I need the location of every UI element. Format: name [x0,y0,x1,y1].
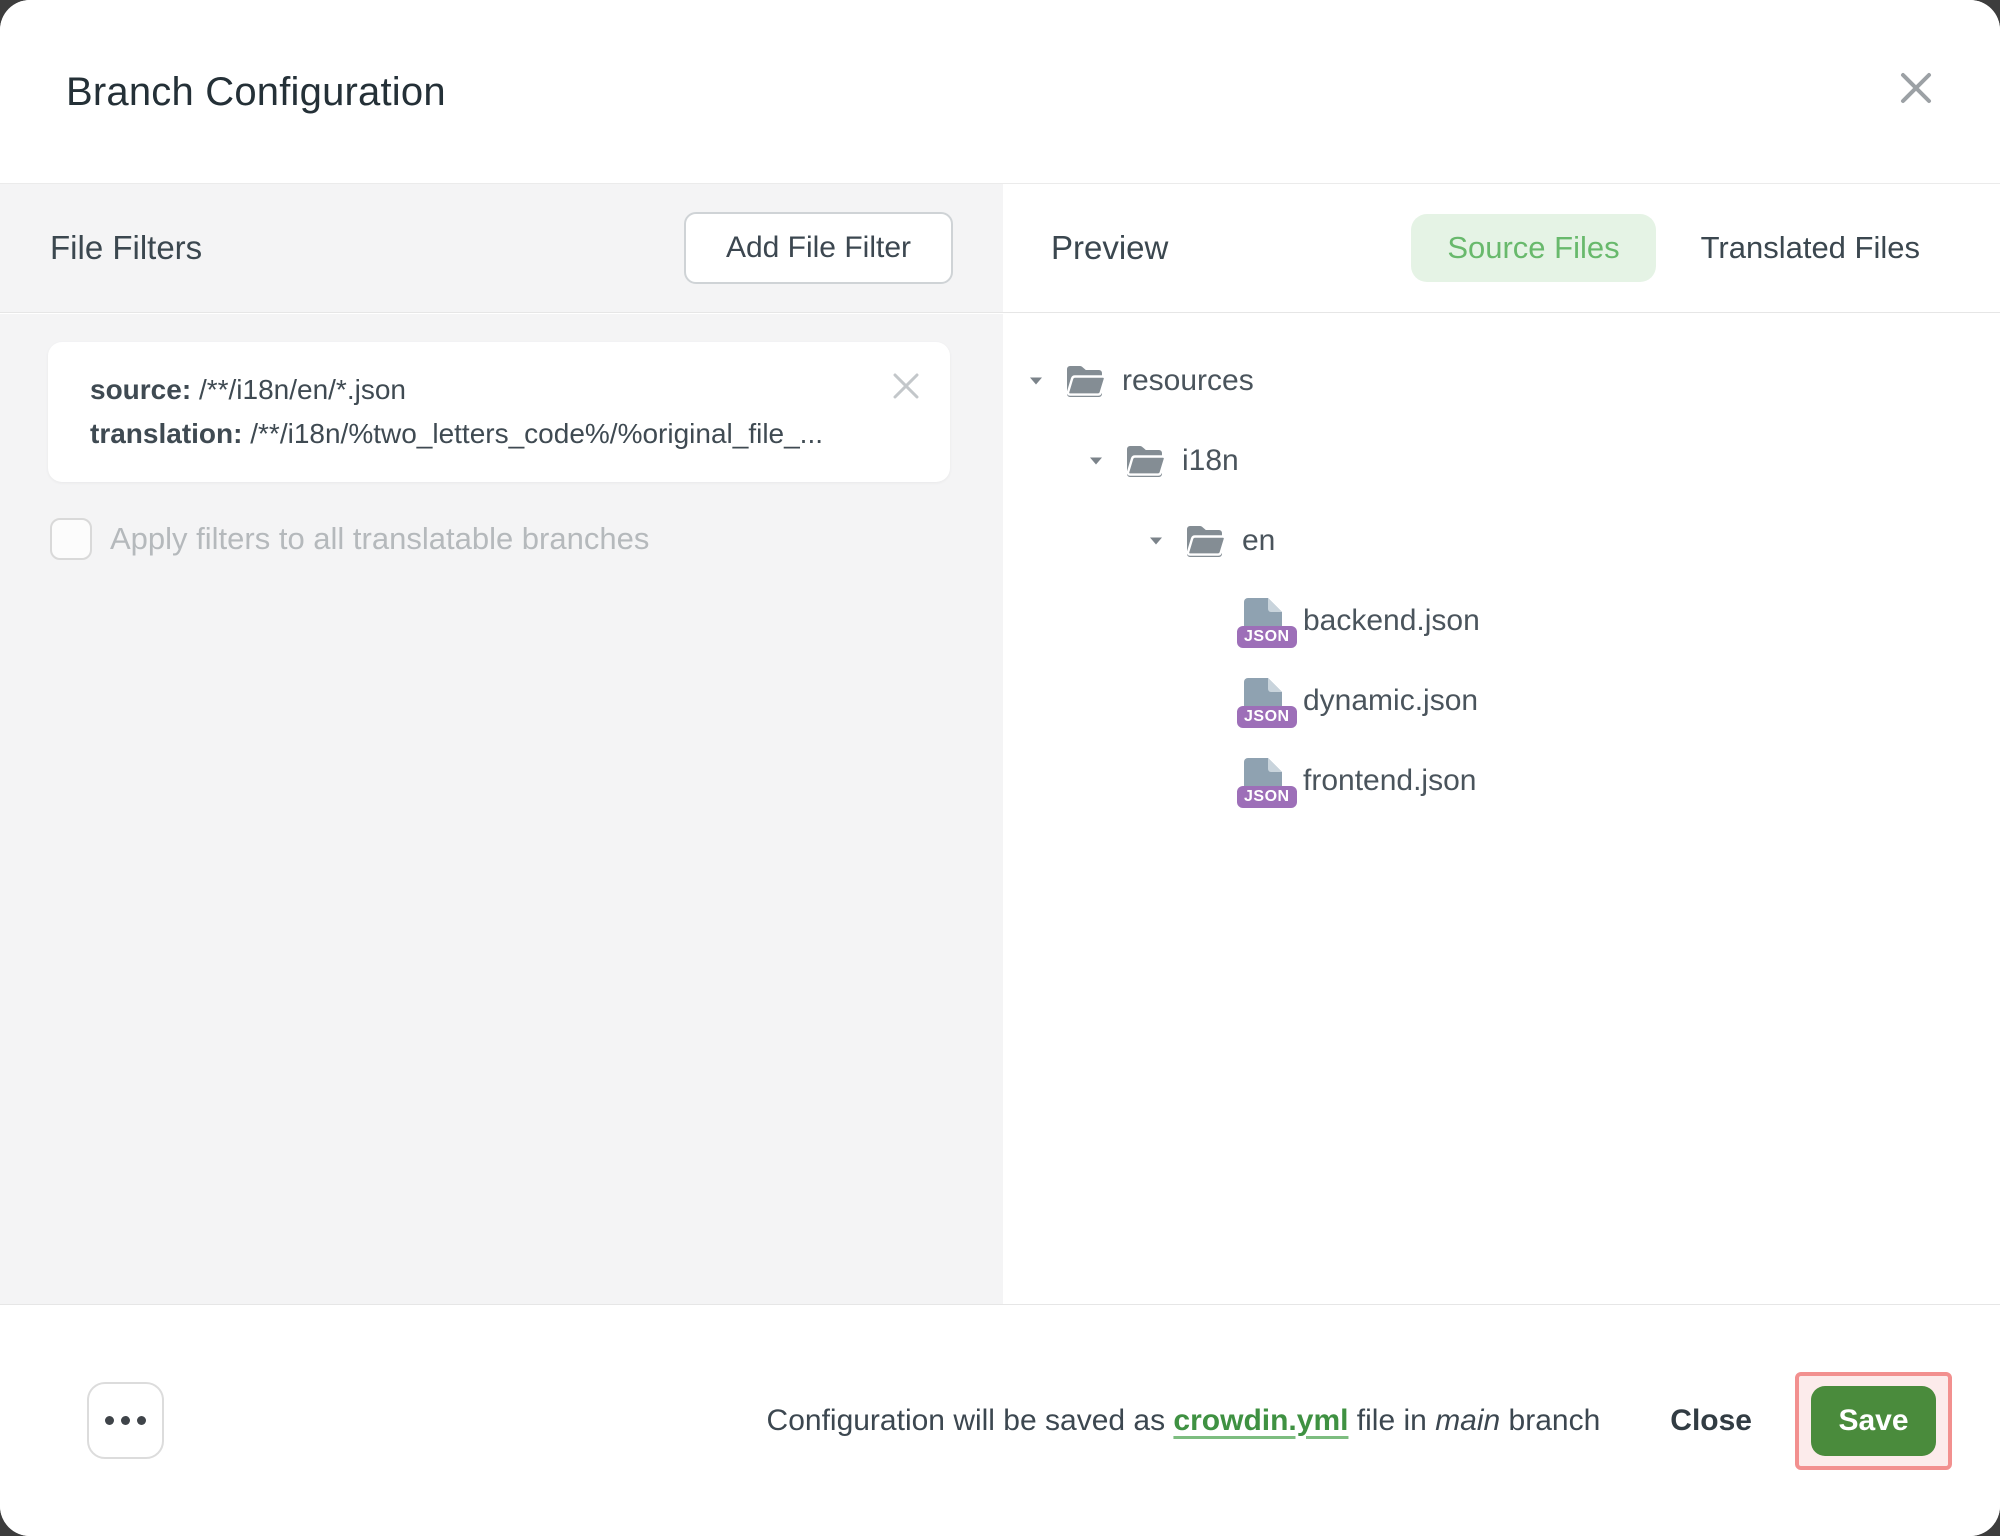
tree-item-i18n[interactable]: i18n [1003,439,2000,483]
dialog-footer: Configuration will be saved as crowdin.y… [0,1304,2000,1536]
tree-label: i18n [1182,444,1239,478]
tab-source-files[interactable]: Source Files [1411,214,1655,282]
remove-filter-icon[interactable] [888,368,924,404]
json-badge: JSON [1237,706,1297,728]
tree-item-en[interactable]: en [1003,519,2000,563]
json-file-icon: JSON [1244,678,1282,724]
filter-translation-key: translation: [90,418,242,449]
preview-title: Preview [1051,229,1168,267]
folder-icon [1126,444,1166,478]
note-middle: file in [1348,1404,1435,1437]
file-filters-title: File Filters [50,229,202,267]
folder-icon [1066,364,1106,398]
chevron-down-icon[interactable] [1149,536,1163,546]
tree-item-resources[interactable]: resources [1003,359,2000,403]
file-filter-card[interactable]: source: /**/i18n/en/*.json translation: … [48,342,950,482]
more-options-button[interactable] [87,1382,164,1459]
branch-configuration-dialog: Branch Configuration File Filters Add Fi… [0,0,2000,1536]
add-file-filter-button[interactable]: Add File Filter [684,212,953,284]
json-file-icon: JSON [1244,598,1282,644]
note-suffix: branch [1500,1404,1600,1437]
filter-translation-value: /**/i18n/%two_letters_code%/%original_fi… [250,418,823,449]
note-prefix: Configuration will be saved as [767,1404,1174,1437]
tree-item-backend-json[interactable]: JSON backend.json [1003,599,2000,643]
crowdin-yml-link[interactable]: crowdin.yml [1173,1404,1348,1437]
branch-name: main [1435,1404,1500,1437]
filter-source-value: /**/i18n/en/*.json [199,374,406,405]
dot-icon [121,1416,130,1425]
apply-filters-checkbox[interactable] [50,518,92,560]
json-badge: JSON [1237,786,1297,808]
tree-label: resources [1122,364,1254,398]
apply-filters-label: Apply filters to all translatable branch… [110,521,649,557]
dot-icon [105,1416,114,1425]
tree-label: en [1242,524,1275,558]
tree-label: frontend.json [1303,764,1476,798]
close-button[interactable]: Close [1670,1404,1752,1438]
folder-icon [1186,524,1226,558]
save-location-note: Configuration will be saved as crowdin.y… [767,1404,1601,1438]
dialog-title: Branch Configuration [66,70,446,115]
filter-source-key: source: [90,374,191,405]
dot-icon [137,1416,146,1425]
apply-filters-row: Apply filters to all translatable branch… [50,518,649,560]
file-filters-header: File Filters Add File Filter [0,184,1003,312]
file-filters-panel: source: /**/i18n/en/*.json translation: … [0,314,1003,1304]
json-file-icon: JSON [1244,758,1282,804]
preview-header: Preview Source Files Translated Files [1003,184,2000,312]
tree-item-frontend-json[interactable]: JSON frontend.json [1003,759,2000,803]
filter-source-line: source: /**/i18n/en/*.json [90,368,880,412]
close-icon[interactable] [1894,66,1938,110]
save-button[interactable]: Save [1811,1386,1936,1456]
tree-label: dynamic.json [1303,684,1478,718]
save-highlight-annotation: Save [1795,1372,1952,1470]
preview-tree-panel: resources i18n [1003,314,2000,1304]
json-badge: JSON [1237,626,1297,648]
chevron-down-icon[interactable] [1089,456,1103,466]
subheader: File Filters Add File Filter Preview Sou… [0,183,2000,313]
tree-label: backend.json [1303,604,1480,638]
chevron-down-icon[interactable] [1029,376,1043,386]
tab-translated-files[interactable]: Translated Files [1701,230,1920,266]
tree-item-dynamic-json[interactable]: JSON dynamic.json [1003,679,2000,723]
filter-translation-line: translation: /**/i18n/%two_letters_code%… [90,412,880,456]
dialog-titlebar: Branch Configuration [0,0,2000,183]
